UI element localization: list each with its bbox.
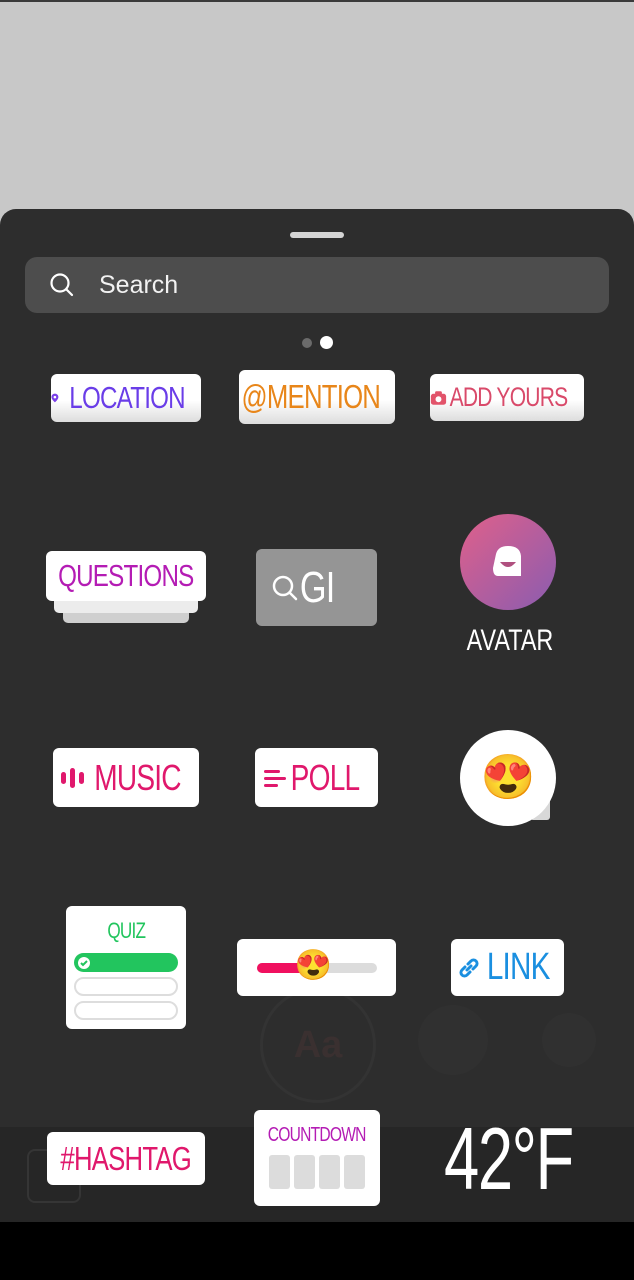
- page-dot-2[interactable]: [320, 336, 333, 349]
- location-label: LOCATION: [69, 380, 185, 415]
- search-bar[interactable]: [25, 257, 609, 313]
- temperature-label: 42°F: [443, 1109, 574, 1208]
- avatar-circle: [460, 514, 556, 610]
- threads-at-icon: @: [241, 378, 268, 415]
- music-sticker[interactable]: MUSIC: [53, 748, 199, 807]
- hashtag-sticker[interactable]: #HASHTAG: [47, 1132, 205, 1185]
- link-icon: [459, 957, 479, 978]
- quiz-sticker[interactable]: QUIZ: [66, 906, 186, 1029]
- text-tool-ghost: Aa: [260, 987, 376, 1103]
- location-pin-icon: [51, 393, 59, 403]
- avatar-sticker[interactable]: AVATAR: [455, 514, 561, 664]
- gif-sticker[interactable]: GI: [256, 549, 377, 626]
- page-dot-1[interactable]: [302, 337, 312, 348]
- search-icon: [50, 273, 74, 297]
- emoji-slider-sticker[interactable]: 😍: [237, 939, 396, 996]
- avatar-face-icon: [493, 546, 521, 576]
- status-divider: [0, 0, 634, 2]
- mention-label: MENTION: [267, 378, 381, 415]
- page-indicator: [302, 336, 333, 349]
- sticker-tray: Aa LOCATION @MENTION ADD YOURS QUESTIONS…: [0, 209, 634, 1222]
- link-label: LINK: [487, 946, 551, 988]
- mention-content: @MENTION: [242, 378, 381, 416]
- camera-icon: [430, 390, 447, 405]
- drag-handle[interactable]: [290, 232, 344, 238]
- poll-label: POLL: [291, 756, 360, 798]
- quiz-option: [74, 977, 178, 996]
- nav-bar-area: [0, 1222, 634, 1280]
- emoji-reaction-sticker[interactable]: 😍: [460, 730, 556, 826]
- text-tool-label: Aa: [293, 1023, 343, 1066]
- music-label: MUSIC: [93, 756, 181, 798]
- profile-tool-ghost-icon: [418, 1005, 488, 1075]
- search-icon: [273, 575, 298, 600]
- countdown-label: COUNTDOWN: [268, 1124, 367, 1146]
- questions-label: QUESTIONS: [58, 558, 194, 593]
- gif-tool-ghost-icon: [542, 1013, 596, 1067]
- poll-sticker[interactable]: POLL: [255, 748, 378, 807]
- avatar-label: AVATAR: [466, 624, 554, 657]
- countdown-digit: [294, 1155, 315, 1189]
- slider-emoji-thumb: 😍: [294, 948, 332, 982]
- countdown-digits: [269, 1155, 365, 1189]
- quiz-label: QUIZ: [107, 918, 146, 943]
- slider-track: 😍: [256, 950, 377, 980]
- mention-sticker[interactable]: @MENTION: [239, 370, 395, 424]
- temperature-sticker[interactable]: 42°F: [420, 1109, 596, 1209]
- quiz-option: [74, 1001, 178, 1020]
- search-input[interactable]: [97, 269, 561, 301]
- add-yours-label: ADD YOURS: [449, 382, 569, 412]
- poll-lines-icon: [264, 769, 287, 787]
- hashtag-label: #HASHTAG: [60, 1139, 192, 1177]
- check-circle-icon: [78, 956, 90, 969]
- reaction-bubble: 😍: [460, 730, 556, 826]
- countdown-digit: [269, 1155, 290, 1189]
- questions-card: QUESTIONS: [46, 551, 206, 601]
- heart-eyes-emoji: 😍: [480, 753, 536, 802]
- location-sticker[interactable]: LOCATION: [51, 374, 201, 422]
- music-bars-icon: [60, 767, 84, 788]
- countdown-sticker[interactable]: COUNTDOWN: [254, 1110, 380, 1206]
- countdown-digit: [344, 1155, 365, 1189]
- gif-label: GI: [300, 562, 335, 612]
- add-yours-sticker[interactable]: ADD YOURS: [430, 374, 584, 421]
- quiz-option-correct: [74, 953, 178, 972]
- questions-sticker[interactable]: QUESTIONS: [46, 551, 206, 625]
- link-sticker[interactable]: LINK: [451, 939, 564, 996]
- countdown-digit: [319, 1155, 340, 1189]
